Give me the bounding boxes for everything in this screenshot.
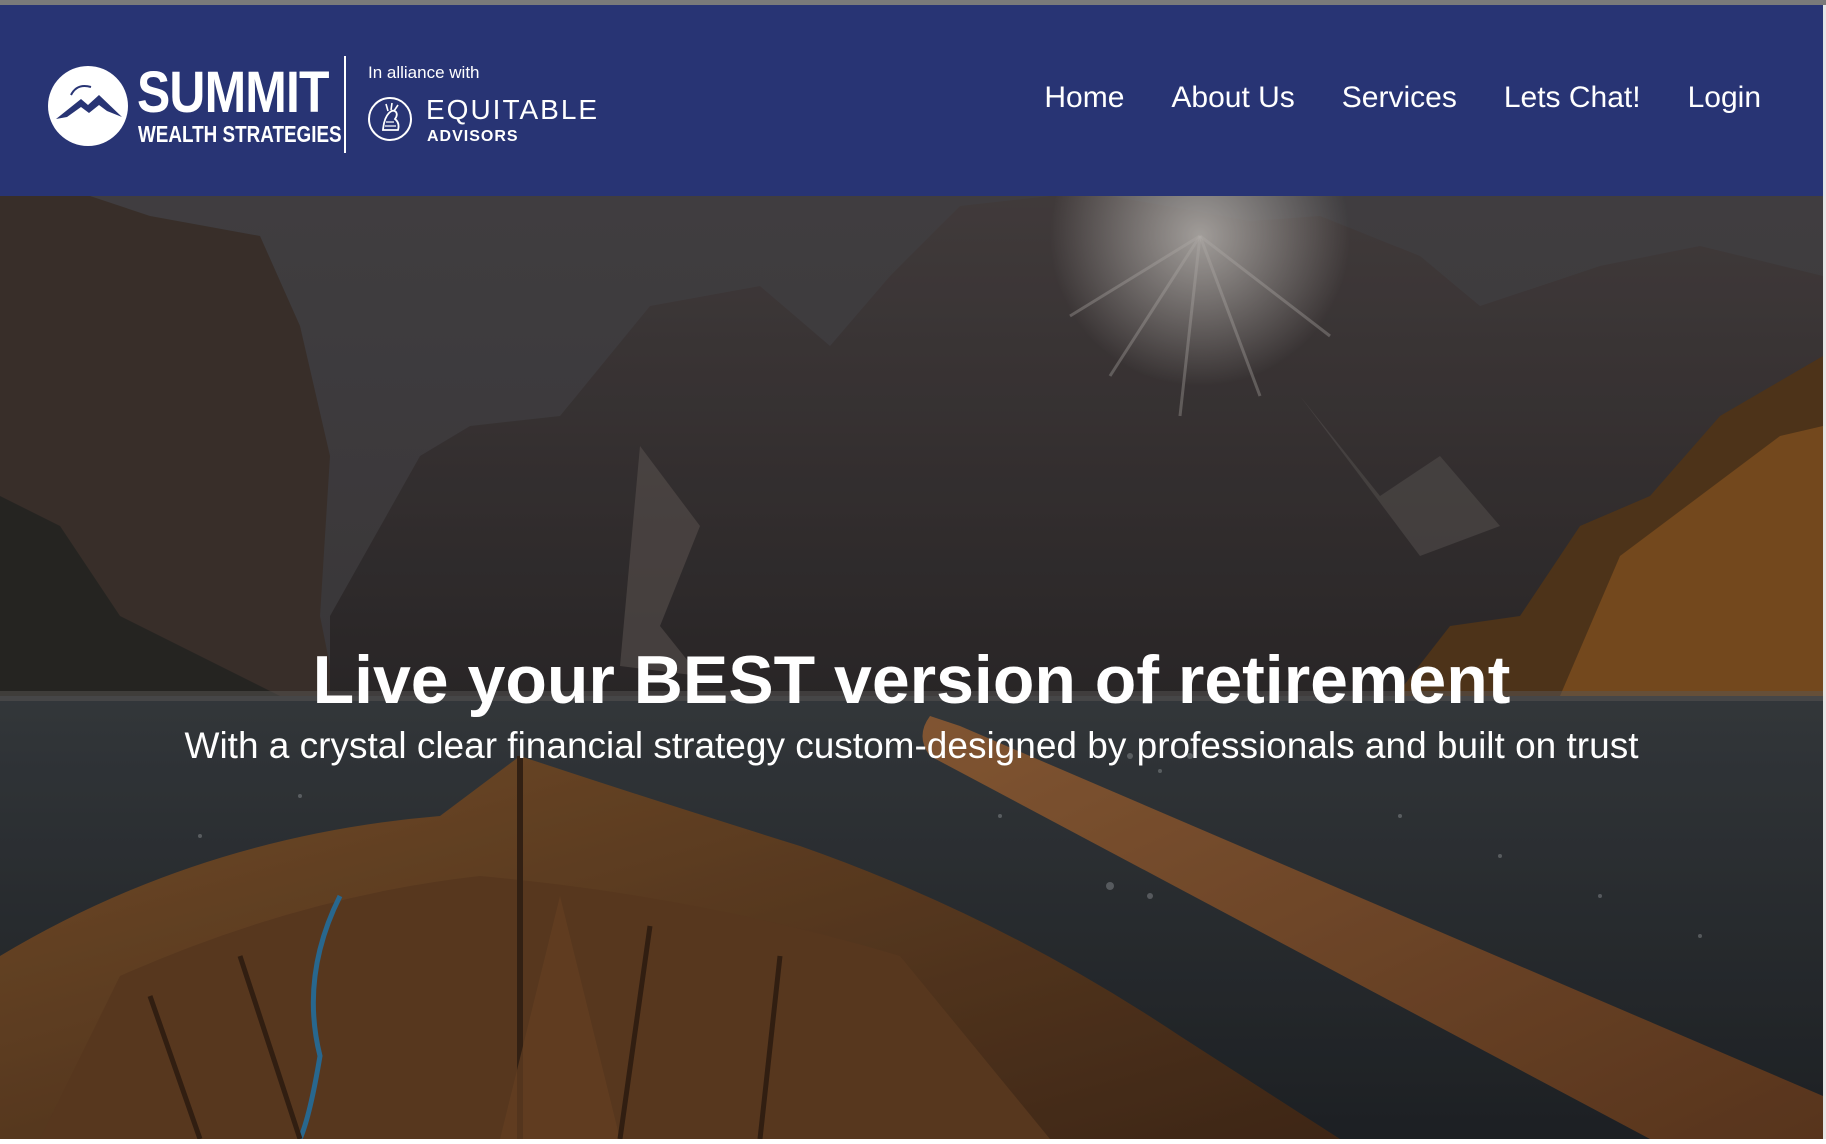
- nav-login-link[interactable]: Login: [1688, 81, 1761, 115]
- nav-chat-link[interactable]: Lets Chat!: [1504, 81, 1641, 115]
- nav-about-link[interactable]: About Us: [1171, 81, 1294, 115]
- page: SUMMIT WEALTH STRATEGIES In alliance wit…: [0, 0, 1826, 1144]
- hero-title: Live your BEST version of retirement: [312, 642, 1511, 718]
- hero-subtitle: With a crystal clear financial strategy …: [184, 725, 1639, 766]
- lady-liberty-icon: [368, 97, 412, 141]
- partner-name: EQUITABLE: [426, 94, 600, 125]
- nav-home-link[interactable]: Home: [1044, 81, 1124, 115]
- brand-logo[interactable]: SUMMIT WEALTH STRATEGIES In alliance wit…: [47, 50, 607, 160]
- partner-sub: ADVISORS: [427, 128, 519, 145]
- alliance-label: In alliance with: [368, 63, 480, 82]
- page-bottom-edge: [0, 1139, 1826, 1144]
- brand-divider: [344, 56, 346, 153]
- mountain-peak-icon: [48, 66, 128, 146]
- main-nav: Home About Us Services Lets Chat! Login: [1044, 81, 1761, 115]
- nav-services-link[interactable]: Services: [1342, 81, 1457, 115]
- summit-name: SUMMIT: [137, 60, 329, 125]
- site-header: SUMMIT WEALTH STRATEGIES In alliance wit…: [0, 5, 1823, 196]
- summit-tagline: WEALTH STRATEGIES: [138, 121, 342, 147]
- hero-section: Live your BEST version of retirement Wit…: [0, 196, 1823, 1139]
